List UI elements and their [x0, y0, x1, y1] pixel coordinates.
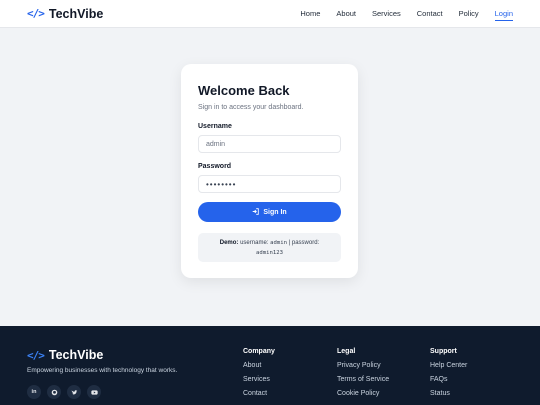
footer-link-terms[interactable]: Terms of Service [337, 376, 389, 383]
footer-col-legal: Legal Privacy Policy Terms of Service Co… [337, 348, 389, 397]
demo-password: admin123 [256, 250, 283, 256]
footer-link-status[interactable]: Status [430, 390, 467, 397]
footer-link-faqs[interactable]: FAQs [430, 376, 467, 383]
footer-col-title: Legal [337, 348, 356, 355]
demo-password-text: password: [291, 240, 320, 246]
sign-in-button[interactable]: Sign In [198, 202, 341, 222]
page-subtitle: Sign in to access your dashboard. [198, 104, 304, 111]
linkedin-icon[interactable]: in [27, 385, 41, 399]
footer-link-help[interactable]: Help Center [430, 362, 467, 369]
password-label: Password [198, 163, 232, 170]
footer-col-title: Company [243, 348, 275, 355]
username-label: Username [198, 123, 232, 130]
demo-username-text: username: [240, 240, 269, 246]
demo-credentials: Demo: username: admin | password: admin1… [198, 233, 341, 262]
sign-in-label: Sign In [263, 208, 287, 216]
password-input[interactable]: •••••••• [198, 175, 341, 193]
demo-label: Demo: [219, 240, 239, 246]
footer-col-company: Company About Services Contact [243, 348, 275, 397]
site-header: </> TechVibe Home About Services Contact… [0, 0, 540, 28]
footer-link-privacy[interactable]: Privacy Policy [337, 362, 389, 369]
github-icon[interactable] [47, 385, 61, 399]
code-icon: </> [27, 7, 45, 20]
main-nav: Home About Services Contact Policy Login [284, 7, 513, 21]
code-icon: </> [27, 348, 45, 362]
footer-col-title: Support [430, 348, 457, 355]
sign-in-icon [252, 207, 260, 217]
footer-tagline: Empowering businesses with technology th… [27, 367, 178, 374]
login-card: Welcome Back Sign in to access your dash… [181, 64, 358, 278]
footer-brand-name: TechVibe [48, 348, 104, 362]
demo-divider: | [288, 240, 291, 246]
nav-contact[interactable]: Contact [417, 7, 443, 21]
demo-username: admin [270, 240, 287, 246]
site-footer: </> TechVibe Empowering businesses with … [0, 326, 540, 405]
footer-link-about[interactable]: About [243, 362, 275, 369]
nav-home[interactable]: Home [300, 7, 320, 21]
brand-name: TechVibe [48, 6, 104, 21]
footer-link-cookie[interactable]: Cookie Policy [337, 390, 389, 397]
username-input[interactable]: admin [198, 135, 341, 153]
footer-link-services[interactable]: Services [243, 376, 275, 383]
nav-login[interactable]: Login [494, 7, 513, 21]
footer-brand[interactable]: </> TechVibe [27, 348, 103, 362]
nav-about[interactable]: About [336, 7, 356, 21]
brand-logo[interactable]: </> TechVibe [27, 7, 103, 21]
nav-services[interactable]: Services [372, 7, 401, 21]
nav-policy[interactable]: Policy [459, 7, 479, 21]
page-title: Welcome Back [198, 83, 290, 98]
footer-col-support: Support Help Center FAQs Status [430, 348, 467, 397]
footer-link-contact[interactable]: Contact [243, 390, 275, 397]
social-links: in [27, 385, 101, 399]
youtube-icon[interactable] [87, 385, 101, 399]
twitter-icon[interactable] [67, 385, 81, 399]
